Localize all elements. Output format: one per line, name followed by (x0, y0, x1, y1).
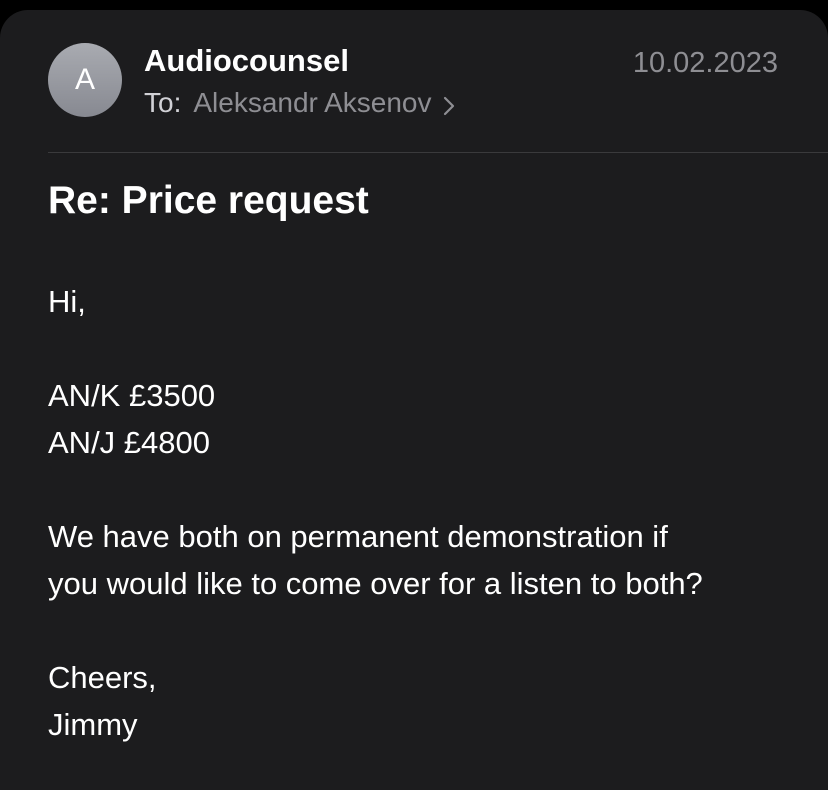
body-spacer (48, 466, 808, 513)
chevron-right-icon[interactable] (442, 92, 456, 116)
body-price-line: AN/J £4800 (48, 425, 210, 460)
avatar-initial: A (74, 63, 95, 96)
to-label: To: (144, 87, 182, 118)
recipient-row[interactable]: To: Aleksandr Aksenov (144, 87, 456, 119)
avatar[interactable]: A (48, 43, 122, 117)
body-signoff: Cheers, (48, 660, 157, 695)
sender-name[interactable]: Audiocounsel (144, 43, 349, 79)
body-spacer (48, 325, 808, 372)
header-divider (48, 152, 828, 153)
recipient-name[interactable]: Aleksandr Aksenov (193, 87, 431, 119)
body-spacer (48, 607, 808, 654)
email-date: 10.02.2023 (632, 47, 778, 79)
body-paragraph-line: you would like to come over for a listen… (48, 566, 703, 601)
body-greeting: Hi, (48, 284, 86, 319)
email-subject: Re: Price request (48, 179, 369, 222)
email-detail-card: A Audiocounsel 10.02.2023 To: Aleksandr … (0, 10, 828, 790)
body-signature: Jimmy (48, 707, 138, 742)
body-paragraph-line: We have both on permanent demonstration … (48, 519, 668, 554)
body-price-line: AN/K £3500 (48, 378, 216, 413)
email-body: Hi, AN/K £3500 AN/J £4800 We have both o… (48, 278, 808, 748)
